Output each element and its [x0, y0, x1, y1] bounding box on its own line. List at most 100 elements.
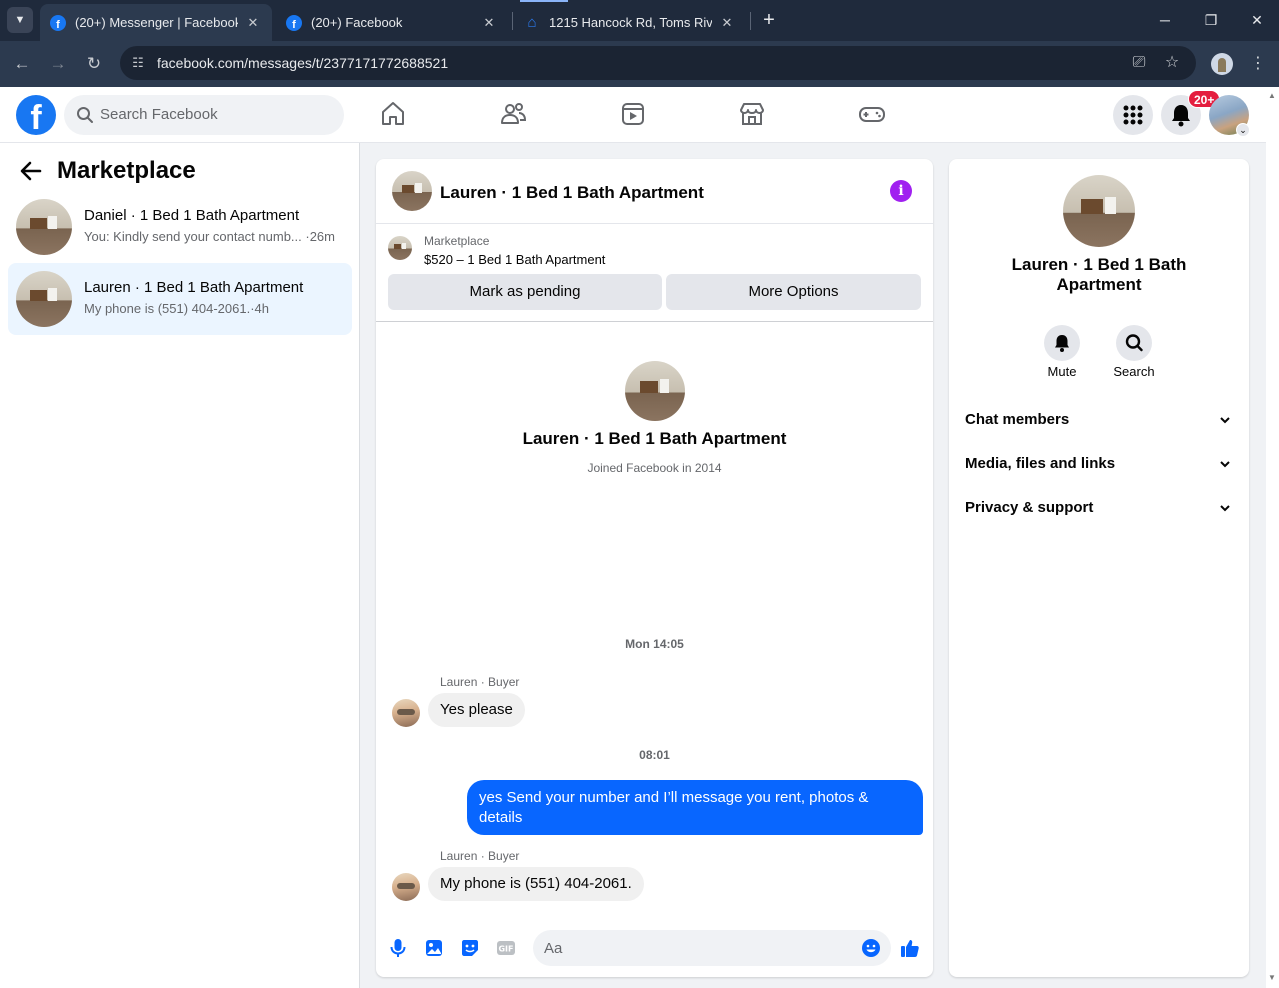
- menu-button[interactable]: [1113, 95, 1153, 135]
- intro-name: Lauren · 1 Bed 1 Bath Apartment: [522, 429, 787, 448]
- install-app-icon[interactable]: ⎚: [1129, 53, 1149, 73]
- tab-separator: [512, 12, 513, 30]
- section-label: Privacy & support: [965, 499, 1094, 516]
- thumbs-up-icon[interactable]: [899, 937, 921, 959]
- incoming-message[interactable]: Yes please: [428, 693, 525, 727]
- message-sender: Lauren · Buyer: [440, 849, 520, 863]
- chat-members-section[interactable]: Chat members: [957, 400, 1241, 440]
- marketplace-icon[interactable]: [737, 99, 767, 129]
- close-tab-icon[interactable]: ✕: [718, 15, 736, 31]
- listing-label: Marketplace: [424, 234, 490, 248]
- listing-card: Marketplace $520 – 1 Bed 1 Bath Apartmen…: [376, 224, 933, 322]
- address-url: facebook.com/messages/t/2377171772688521: [157, 55, 449, 71]
- tab-messenger[interactable]: f (20+) Messenger | Facebook ✕: [40, 4, 272, 41]
- privacy-support-section[interactable]: Privacy & support: [957, 488, 1241, 528]
- close-tab-icon[interactable]: ✕: [244, 15, 262, 31]
- listing-thumbnail: [16, 199, 72, 255]
- sender-avatar[interactable]: [392, 873, 420, 901]
- search-conversation-button[interactable]: [1116, 325, 1152, 361]
- search-label: Search: [1113, 364, 1155, 379]
- media-files-links-section[interactable]: Media, files and links: [957, 444, 1241, 484]
- mark-as-pending-button[interactable]: Mark as pending: [388, 274, 662, 310]
- more-options-button[interactable]: More Options: [666, 274, 921, 310]
- info-avatar[interactable]: [1063, 175, 1135, 247]
- back-arrow-icon[interactable]: [18, 157, 44, 185]
- scroll-up-icon[interactable]: ▲: [1268, 91, 1276, 100]
- message-input[interactable]: Aa: [533, 930, 891, 966]
- browser-menu-icon[interactable]: ⋮: [1248, 53, 1268, 75]
- friends-icon[interactable]: [498, 99, 528, 129]
- home-icon[interactable]: [378, 99, 408, 129]
- intro-joined: Joined Facebook in 2014: [587, 461, 722, 475]
- section-label: Chat members: [965, 411, 1070, 428]
- bookmark-star-icon[interactable]: ☆: [1162, 53, 1182, 73]
- facebook-favicon-icon: f: [286, 14, 302, 31]
- intro-avatar: [625, 361, 685, 421]
- back-icon[interactable]: ←: [11, 53, 33, 75]
- listing-thumbnail: [16, 271, 72, 327]
- close-window-icon[interactable]: ✕: [1247, 10, 1267, 30]
- minimize-icon[interactable]: ─: [1155, 10, 1175, 30]
- emoji-icon[interactable]: [861, 938, 881, 958]
- chevron-down-icon: [1220, 505, 1230, 512]
- tab-title: (20+) Facebook: [311, 15, 403, 30]
- message-timestamp: Mon 14:05: [625, 637, 684, 651]
- tab-loading-indicator: [520, 0, 568, 2]
- browser-toolbar: ← → ↻ ☷ facebook.com/messages/t/23771717…: [0, 41, 1279, 87]
- search-icon: [1125, 334, 1143, 352]
- forward-icon[interactable]: →: [47, 53, 69, 75]
- conversation-info-panel: Lauren · 1 Bed 1 Bath Apartment Mute Sea…: [949, 159, 1249, 977]
- search-icon: [77, 107, 93, 123]
- chat-avatar[interactable]: [392, 171, 432, 211]
- zillow-favicon-icon: ⌂: [527, 14, 537, 31]
- chat-panel: Lauren · 1 Bed 1 Bath Apartment i Market…: [376, 159, 933, 977]
- sticker-icon[interactable]: [459, 937, 481, 959]
- facebook-header: f Search Facebook 20+ ⌄: [0, 87, 1266, 143]
- browser-profile-avatar[interactable]: [1211, 53, 1233, 75]
- chat-header: Lauren · 1 Bed 1 Bath Apartment i: [376, 159, 933, 224]
- tab-search-icon[interactable]: ▼: [7, 7, 33, 33]
- scroll-down-icon[interactable]: ▼: [1268, 973, 1276, 982]
- site-settings-icon[interactable]: ☷: [129, 54, 147, 72]
- listing-price[interactable]: $520 – 1 Bed 1 Bath Apartment: [424, 252, 605, 267]
- close-tab-icon[interactable]: ✕: [480, 15, 498, 31]
- browser-tab-bar: ▼ f (20+) Messenger | Facebook ✕ f (20+)…: [0, 0, 1279, 41]
- gif-icon[interactable]: GIF: [495, 937, 517, 959]
- search-placeholder: Search Facebook: [100, 106, 218, 123]
- chevron-down-icon: [1220, 417, 1230, 424]
- photo-icon[interactable]: [423, 937, 445, 959]
- address-bar[interactable]: ☷ facebook.com/messages/t/23771717726885…: [120, 46, 1196, 80]
- conversation-item-lauren[interactable]: Lauren · 1 Bed 1 Bath Apartment My phone…: [8, 263, 352, 335]
- sidebar-title: Marketplace: [57, 157, 196, 184]
- new-tab-icon[interactable]: +: [759, 9, 779, 31]
- incoming-message[interactable]: My phone is (551) 404-2061.: [428, 867, 644, 901]
- reload-icon[interactable]: ↻: [83, 53, 105, 75]
- svg-text:GIF: GIF: [498, 945, 513, 954]
- mute-button[interactable]: [1044, 325, 1080, 361]
- grid-menu-icon: [1123, 105, 1143, 125]
- gaming-icon[interactable]: [857, 99, 887, 129]
- restore-icon[interactable]: ❐: [1201, 10, 1221, 30]
- sender-avatar[interactable]: [392, 699, 420, 727]
- listing-thumbnail[interactable]: [388, 236, 412, 260]
- chat-title[interactable]: Lauren · 1 Bed 1 Bath Apartment: [440, 183, 704, 203]
- tab-zillow[interactable]: ⌂ 1215 Hancock Rd, Toms River, N ✕: [514, 4, 746, 41]
- tab-title: (20+) Messenger | Facebook: [75, 15, 238, 30]
- facebook-logo[interactable]: f: [16, 95, 56, 135]
- message-composer: GIF Aa: [376, 929, 933, 969]
- conversation-item-daniel[interactable]: Daniel · 1 Bed 1 Bath Apartment You: Kin…: [8, 191, 352, 263]
- tab-title: 1215 Hancock Rd, Toms River, N: [549, 15, 712, 30]
- message-timestamp: 08:01: [639, 748, 670, 762]
- message-placeholder: Aa: [544, 940, 563, 957]
- search-input[interactable]: Search Facebook: [64, 95, 344, 135]
- microphone-icon[interactable]: [387, 937, 409, 959]
- video-icon[interactable]: [618, 99, 648, 129]
- conversation-name: Lauren · 1 Bed 1 Bath Apartment: [84, 279, 304, 296]
- page-scrollbar[interactable]: ▲ ▼: [1266, 87, 1279, 988]
- outgoing-message[interactable]: yes Send your number and I’ll message yo…: [467, 780, 923, 835]
- section-label: Media, files and links: [965, 455, 1116, 472]
- account-chevron-icon[interactable]: ⌄: [1236, 123, 1250, 137]
- tab-facebook[interactable]: f (20+) Facebook ✕: [276, 4, 508, 41]
- facebook-favicon-icon: f: [50, 14, 66, 31]
- info-icon[interactable]: i: [890, 180, 912, 202]
